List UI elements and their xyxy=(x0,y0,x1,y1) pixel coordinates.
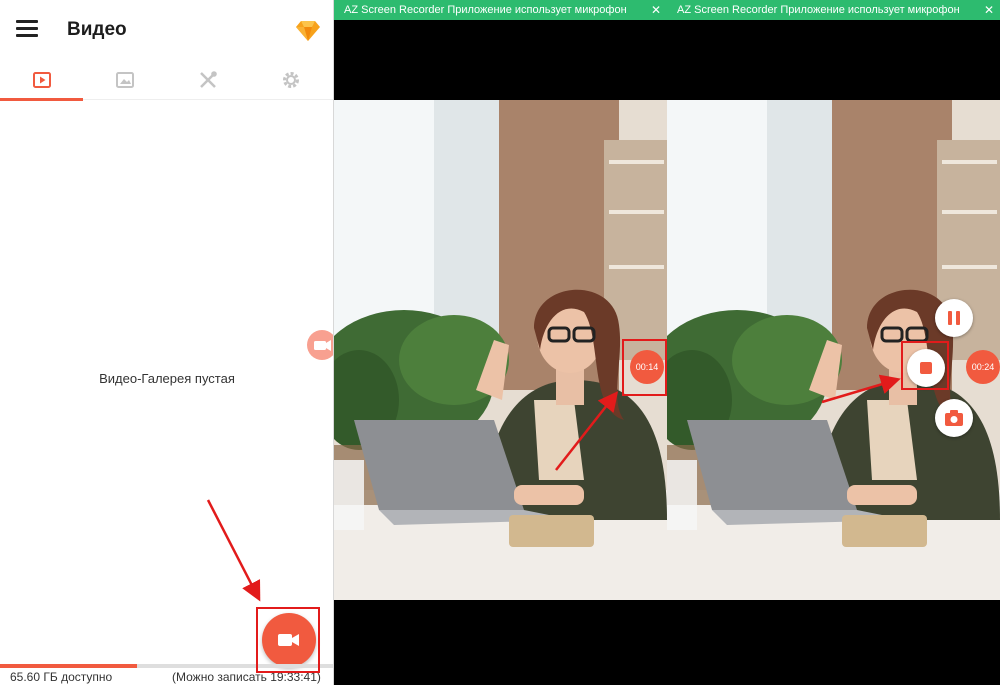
premium-gem-icon[interactable] xyxy=(295,17,321,43)
record-button-highlight xyxy=(256,607,320,673)
camera-icon xyxy=(314,340,331,351)
pause-icon xyxy=(948,311,960,325)
notification-text: AZ Screen Recorder Приложение использует… xyxy=(677,4,960,16)
app-bar: Видео xyxy=(0,0,333,60)
woman-laptop-photo xyxy=(334,100,667,600)
storage-available: 65.60 ГБ доступно xyxy=(10,670,113,684)
tab-videos[interactable] xyxy=(0,60,83,101)
tools-icon xyxy=(199,71,217,88)
storage-progress-fill xyxy=(0,664,137,668)
menu-icon[interactable] xyxy=(16,20,38,38)
tab-bar xyxy=(0,60,333,101)
empty-gallery-message: Видео-Галерея пустая xyxy=(99,371,235,386)
close-icon[interactable]: ✕ xyxy=(651,0,661,20)
recording-timer-bubble[interactable]: 00:24 xyxy=(966,350,1000,384)
mic-notification: AZ Screen Recorder Приложение использует… xyxy=(334,0,667,20)
settings-icon xyxy=(282,72,299,88)
screenshot-button[interactable] xyxy=(935,399,973,437)
close-icon[interactable]: ✕ xyxy=(984,0,994,20)
recording-preview-second: AZ Screen Recorder Приложение использует… xyxy=(667,0,1000,685)
page-title: Видео xyxy=(67,19,127,40)
tab-settings[interactable] xyxy=(249,60,332,100)
recording-preview-first: AZ Screen Recorder Приложение использует… xyxy=(334,0,667,685)
timer-bubble-highlight xyxy=(622,339,667,396)
app-screen: Видео Видео-Галерея пустая 65.60 ГБ дост… xyxy=(0,0,334,685)
stop-button-highlight xyxy=(901,341,949,390)
image-icon xyxy=(115,72,134,88)
tab-images[interactable] xyxy=(83,60,166,100)
mic-notification: AZ Screen Recorder Приложение использует… xyxy=(667,0,1000,20)
screenshot-collage: Видео Видео-Галерея пустая 65.60 ГБ дост… xyxy=(0,0,1000,685)
video-icon xyxy=(32,72,51,88)
pause-button[interactable] xyxy=(935,299,973,337)
floating-camera-bubble[interactable] xyxy=(307,330,333,360)
notification-text: AZ Screen Recorder Приложение использует… xyxy=(344,4,627,16)
tab-tools[interactable] xyxy=(166,60,249,100)
woman-laptop-photo xyxy=(667,100,1000,600)
camera-icon xyxy=(945,410,963,426)
